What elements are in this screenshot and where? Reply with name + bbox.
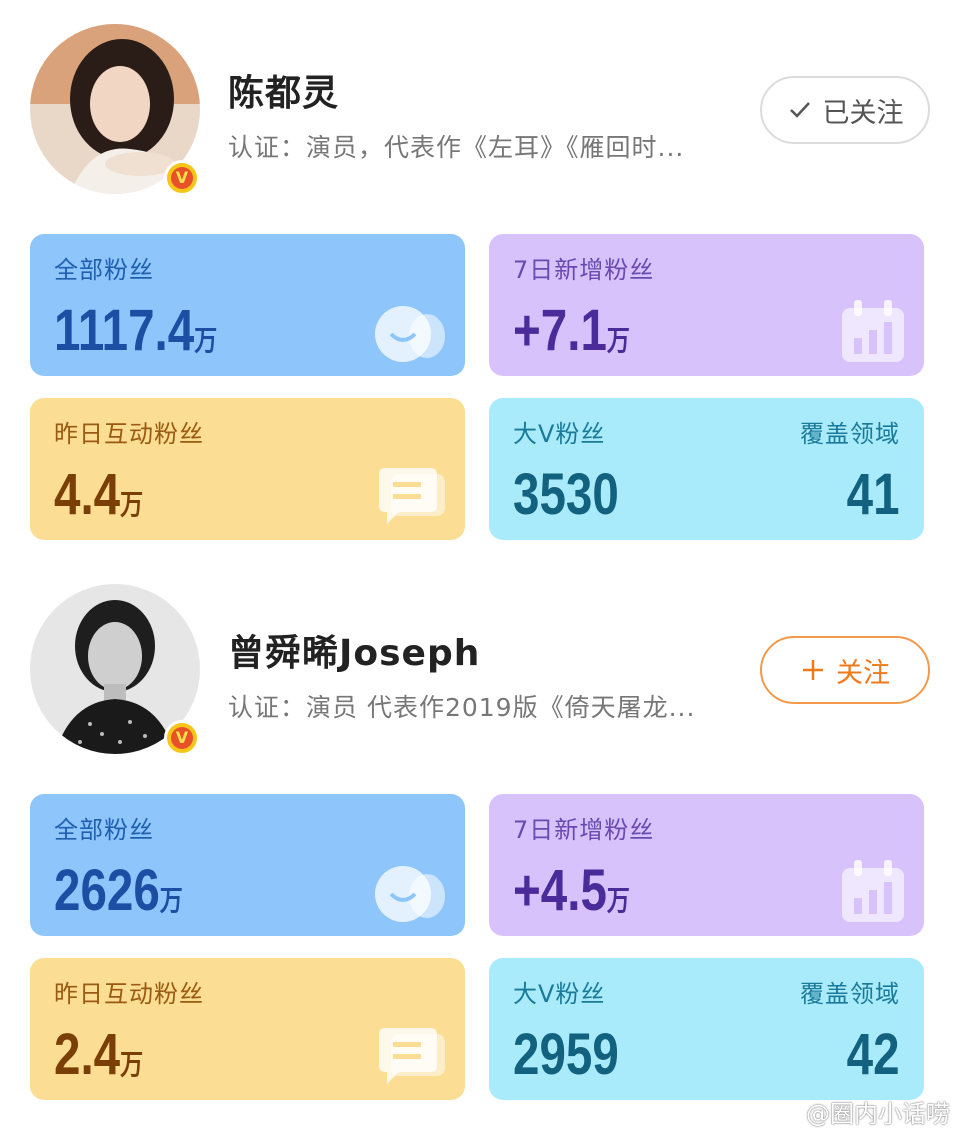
follow-button-label: 关注 bbox=[836, 657, 890, 689]
coverage-label: 覆盖领域 bbox=[800, 980, 900, 1008]
followed-button[interactable]: 已关注 bbox=[760, 76, 930, 144]
coverage-value: 41 bbox=[847, 462, 900, 527]
fans-group-icon bbox=[375, 866, 445, 922]
profile-card-2: V 曾舜晞Joseph 认证：演员 代表作2019版《倚天屠龙... 关注 全部… bbox=[0, 560, 960, 1120]
total-fans-value: 2626万 bbox=[54, 858, 183, 923]
new-fans-7d-value: +7.1万 bbox=[513, 298, 630, 363]
weibo-logo-icon bbox=[774, 1101, 800, 1123]
new-fans-7d-label: 7日新增粉丝 bbox=[513, 816, 655, 844]
big-v-fans-label: 大V粉丝 bbox=[513, 420, 606, 448]
verified-badge-icon: V bbox=[164, 720, 200, 756]
total-fans-value: 1117.4万 bbox=[54, 298, 218, 363]
fans-group-icon bbox=[375, 306, 445, 362]
interactive-fans-value: 2.4万 bbox=[54, 1022, 144, 1087]
chat-bubble-icon bbox=[379, 1028, 445, 1084]
watermark: @圈内小话唠 bbox=[774, 1094, 950, 1129]
watermark-text: @圈内小话唠 bbox=[806, 1100, 950, 1128]
profile-name[interactable]: 陈都灵 bbox=[228, 64, 339, 116]
interactive-fans-card[interactable]: 昨日互动粉丝 4.4万 bbox=[30, 398, 465, 540]
interactive-fans-label: 昨日互动粉丝 bbox=[54, 420, 204, 448]
total-fans-card[interactable]: 全部粉丝 1117.4万 bbox=[30, 234, 465, 376]
follow-button-label: 已关注 bbox=[822, 97, 904, 129]
big-v-fans-value: 3530 bbox=[513, 462, 619, 527]
total-fans-card[interactable]: 全部粉丝 2626万 bbox=[30, 794, 465, 936]
coverage-label: 覆盖领域 bbox=[800, 420, 900, 448]
new-fans-7d-value: +4.5万 bbox=[513, 858, 630, 923]
profile-name[interactable]: 曾舜晞Joseph bbox=[228, 624, 480, 676]
calendar-chart-icon bbox=[842, 860, 904, 922]
chat-bubble-icon bbox=[379, 468, 445, 524]
interactive-fans-label: 昨日互动粉丝 bbox=[54, 980, 204, 1008]
new-fans-7d-card[interactable]: 7日新增粉丝 +7.1万 bbox=[489, 234, 924, 376]
follow-button[interactable]: 关注 bbox=[760, 636, 930, 704]
new-fans-7d-label: 7日新增粉丝 bbox=[513, 256, 655, 284]
big-v-fans-card[interactable]: 大V粉丝 覆盖领域 2959 42 bbox=[489, 958, 924, 1100]
new-fans-7d-card[interactable]: 7日新增粉丝 +4.5万 bbox=[489, 794, 924, 936]
profile-card-1: V 陈都灵 认证：演员，代表作《左耳》《雁回时... 已关注 全部粉丝 1117… bbox=[0, 0, 960, 560]
check-icon bbox=[789, 102, 810, 118]
big-v-fans-label: 大V粉丝 bbox=[513, 980, 606, 1008]
interactive-fans-card[interactable]: 昨日互动粉丝 2.4万 bbox=[30, 958, 465, 1100]
total-fans-label: 全部粉丝 bbox=[54, 816, 154, 844]
certification-text: 认证：演员，代表作《左耳》《雁回时... bbox=[228, 133, 685, 162]
coverage-value: 42 bbox=[847, 1022, 900, 1087]
interactive-fans-value: 4.4万 bbox=[54, 462, 144, 527]
big-v-fans-card[interactable]: 大V粉丝 覆盖领域 3530 41 bbox=[489, 398, 924, 540]
big-v-fans-value: 2959 bbox=[513, 1022, 619, 1087]
plus-icon bbox=[803, 660, 823, 680]
total-fans-label: 全部粉丝 bbox=[54, 256, 154, 284]
calendar-chart-icon bbox=[842, 300, 904, 362]
verified-badge-icon: V bbox=[164, 160, 200, 196]
certification-text: 认证：演员 代表作2019版《倚天屠龙... bbox=[228, 693, 696, 722]
